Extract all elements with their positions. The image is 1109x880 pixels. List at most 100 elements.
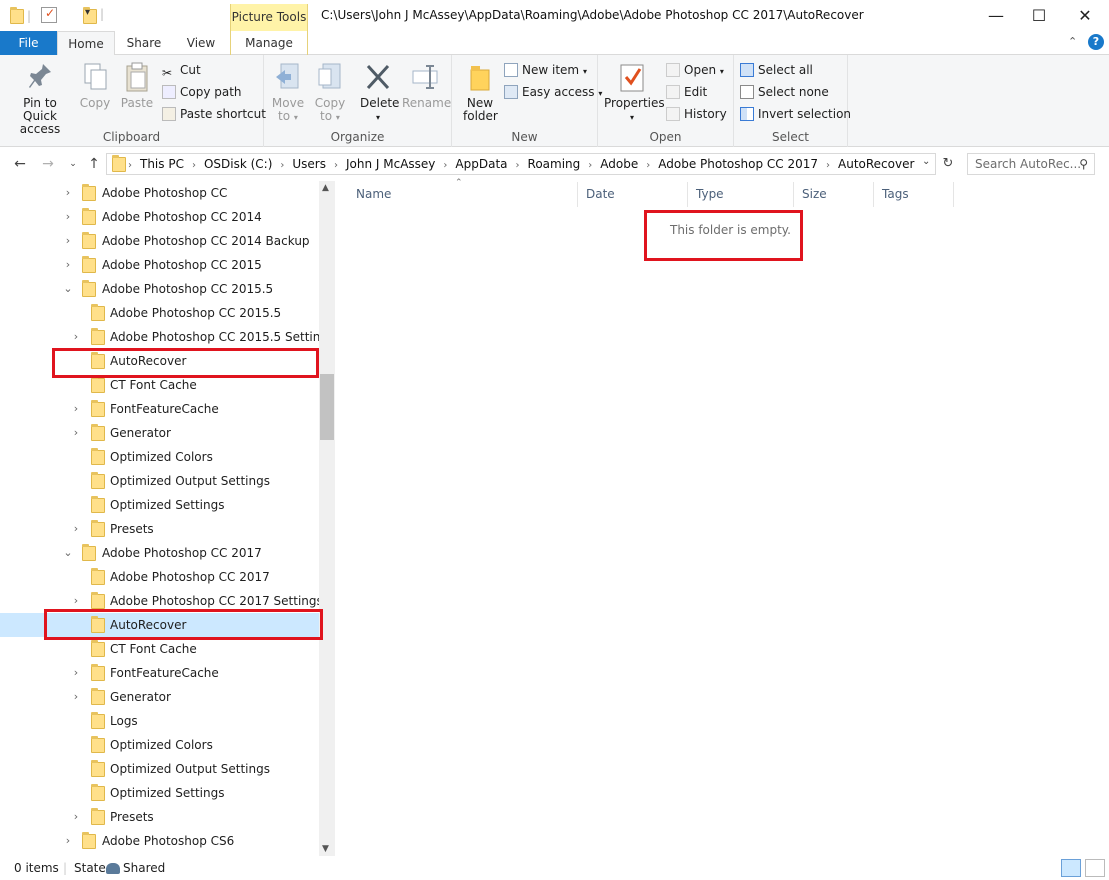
nav-tree-item[interactable]: › Adobe Photoshop CS6 [0, 829, 319, 853]
chevron-right-icon[interactable]: › [62, 229, 74, 253]
column-header-name[interactable]: Name [348, 182, 578, 207]
tab-file[interactable]: File [0, 31, 57, 55]
paste-shortcut-button[interactable]: Paste shortcut [162, 104, 266, 124]
chevron-right-icon[interactable]: › [70, 397, 82, 421]
search-input[interactable]: Search AutoRec... ⚲ [967, 153, 1095, 175]
maximize-button[interactable]: ☐ [1016, 0, 1062, 31]
history-button[interactable]: History [666, 104, 727, 124]
column-header-date[interactable]: Date [578, 182, 688, 207]
breadcrumb-separator[interactable]: › [646, 160, 650, 171]
nav-tree-item[interactable]: › FontFeatureCache [0, 397, 319, 421]
move-to-button[interactable]: Move to ▾ [270, 61, 306, 124]
nav-tree-item[interactable]: › Generator [0, 685, 319, 709]
properties-icon[interactable]: ✓ [41, 6, 57, 23]
customize-quick-access-icon[interactable]: ▾ [85, 7, 90, 18]
paste-button[interactable]: Paste [118, 61, 156, 110]
breadcrumb-separator[interactable]: › [826, 160, 830, 171]
details-view-icon[interactable] [1061, 859, 1081, 877]
column-header-type[interactable]: Type [688, 182, 794, 207]
tab-view[interactable]: View [173, 31, 229, 55]
nav-tree-item[interactable]: › Adobe Photoshop CC 2014 [0, 205, 319, 229]
nav-tree-item[interactable]: Optimized Output Settings [0, 757, 319, 781]
chevron-right-icon[interactable]: › [70, 421, 82, 445]
nav-tree-item[interactable]: ⌄ Adobe Photoshop CC 2017 [0, 541, 319, 565]
address-dropdown-icon[interactable]: ⌄ [922, 156, 930, 167]
help-icon[interactable]: ? [1088, 34, 1104, 50]
chevron-right-icon[interactable]: › [70, 685, 82, 709]
chevron-right-icon[interactable]: › [70, 661, 82, 685]
chevron-right-icon[interactable]: › [70, 325, 82, 349]
chevron-down-icon[interactable]: ⌄ [62, 277, 74, 301]
close-button[interactable]: ✕ [1062, 0, 1108, 31]
breadcrumb-separator[interactable]: › [128, 160, 132, 171]
chevron-right-icon[interactable]: › [62, 829, 74, 853]
copy-to-button[interactable]: Copy to ▾ [312, 61, 348, 124]
chevron-right-icon[interactable]: › [70, 517, 82, 541]
breadcrumb-item[interactable]: This PC [140, 157, 184, 171]
nav-tree-item[interactable]: › Generator [0, 421, 319, 445]
breadcrumb-separator[interactable]: › [588, 160, 592, 171]
collapse-ribbon-icon[interactable]: ⌃ [1068, 35, 1077, 48]
cut-button[interactable]: ✂ Cut [162, 60, 201, 80]
nav-tree-item[interactable]: ⌄ Adobe Photoshop CC 2015.5 [0, 277, 319, 301]
nav-tree-item[interactable]: › Adobe Photoshop CC [0, 181, 319, 205]
chevron-right-icon[interactable]: › [70, 805, 82, 829]
select-none-button[interactable]: Select none [740, 82, 829, 102]
breadcrumb-item[interactable]: AppData [455, 157, 507, 171]
select-all-button[interactable]: Select all [740, 60, 813, 80]
chevron-right-icon[interactable]: › [62, 253, 74, 277]
new-item-button[interactable]: New item ▾ [504, 60, 587, 80]
nav-tree-item[interactable]: Optimized Output Settings [0, 469, 319, 493]
breadcrumb-item[interactable]: AutoRecover [838, 157, 914, 171]
delete-button[interactable]: Delete ▾ [360, 61, 399, 124]
nav-tree-item[interactable]: Adobe Photoshop CC 2015.5 [0, 301, 319, 325]
easy-access-button[interactable]: Easy access ▾ [504, 82, 602, 102]
nav-tree-item[interactable]: Logs [0, 709, 319, 733]
scroll-up-icon[interactable]: ▲ [322, 183, 329, 193]
nav-scrollbar-thumb[interactable] [320, 374, 334, 440]
nav-tree-item[interactable]: › Presets [0, 805, 319, 829]
forward-button[interactable]: → [38, 154, 58, 174]
recent-locations-button[interactable]: ⌄ [63, 154, 83, 174]
breadcrumb-separator[interactable]: › [443, 160, 447, 171]
breadcrumb-separator[interactable]: › [516, 160, 520, 171]
chevron-right-icon[interactable]: › [62, 205, 74, 229]
breadcrumb-item[interactable]: Users [292, 157, 326, 171]
scroll-down-icon[interactable]: ▼ [322, 844, 329, 854]
large-icons-view-icon[interactable] [1085, 859, 1105, 877]
nav-tree-item[interactable]: › Adobe Photoshop CC 2015 [0, 253, 319, 277]
nav-tree-item[interactable]: › Adobe Photoshop CC 2014 Backup [0, 229, 319, 253]
chevron-down-icon[interactable]: ⌄ [62, 541, 74, 565]
nav-tree-item[interactable]: Optimized Settings [0, 781, 319, 805]
minimize-button[interactable]: — [973, 0, 1019, 31]
new-folder-button[interactable]: New folder [460, 61, 500, 123]
nav-tree-item[interactable]: › Presets [0, 517, 319, 541]
breadcrumb-separator[interactable]: › [280, 160, 284, 171]
rename-button[interactable]: Rename [402, 61, 451, 110]
invert-selection-button[interactable]: Invert selection [740, 104, 851, 124]
breadcrumb-item[interactable]: OSDisk (C:) [204, 157, 272, 171]
nav-tree-item[interactable]: › Adobe Photoshop CC 2015.5 Settings [0, 325, 334, 349]
breadcrumb-item[interactable]: Roaming [528, 157, 581, 171]
copy-path-button[interactable]: Copy path [162, 82, 242, 102]
tab-share[interactable]: Share [115, 31, 173, 55]
breadcrumb-item[interactable]: John J McAssey [346, 157, 435, 171]
edit-button[interactable]: Edit [666, 82, 707, 102]
nav-tree-item[interactable]: CT Font Cache [0, 637, 319, 661]
column-header-size[interactable]: Size [794, 182, 874, 207]
up-button[interactable]: ↑ [84, 154, 104, 174]
properties-button[interactable]: Properties ▾ [604, 61, 665, 124]
column-header-tags[interactable]: Tags [874, 182, 954, 207]
nav-tree-item[interactable]: Optimized Colors [0, 733, 319, 757]
breadcrumb-item[interactable]: Adobe Photoshop CC 2017 [658, 157, 818, 171]
copy-button[interactable]: Copy [78, 61, 112, 110]
breadcrumb-item[interactable]: Adobe [600, 157, 638, 171]
nav-scrollbar[interactable]: ▲ ▼ [319, 181, 335, 856]
tab-home[interactable]: Home [57, 31, 115, 56]
breadcrumb-separator[interactable]: › [192, 160, 196, 171]
nav-tree-item[interactable]: › FontFeatureCache [0, 661, 319, 685]
back-button[interactable]: ← [10, 154, 30, 174]
open-button[interactable]: Open ▾ [666, 60, 724, 80]
pin-to-quick-access-button[interactable]: Pin to Quick access [6, 61, 74, 136]
nav-tree-item[interactable]: Optimized Settings [0, 493, 319, 517]
